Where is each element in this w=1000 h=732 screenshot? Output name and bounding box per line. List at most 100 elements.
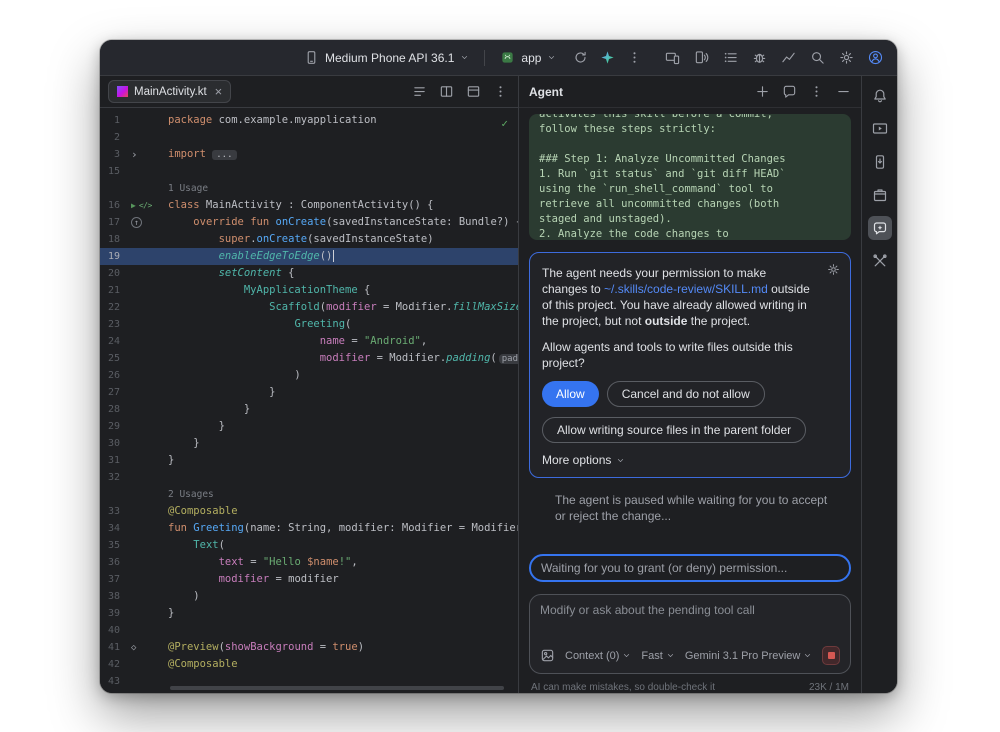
tool-window-build-tools[interactable] bbox=[868, 249, 892, 273]
usages-hint[interactable]: 1 Usage bbox=[168, 183, 208, 194]
tool-window-agent-chat[interactable] bbox=[868, 216, 892, 240]
more-icon[interactable] bbox=[809, 84, 824, 99]
task-list-icon[interactable] bbox=[723, 50, 738, 65]
mirror-device-icon[interactable] bbox=[665, 50, 680, 65]
columns-icon[interactable] bbox=[439, 84, 454, 99]
agent-conversation: activates this skill before a commit, fo… bbox=[519, 108, 861, 693]
agent-panel: Agent activates this skill before a comm… bbox=[519, 76, 861, 693]
more-icon[interactable] bbox=[493, 84, 508, 99]
chat-history-icon[interactable] bbox=[782, 84, 797, 99]
more-options-button[interactable]: More options bbox=[542, 453, 838, 467]
code-line[interactable]: 42@Composable bbox=[100, 656, 518, 673]
code-line[interactable]: 2 bbox=[100, 129, 518, 146]
code-line[interactable]: 19 enableEdgeToEdge() bbox=[100, 248, 518, 265]
more-icon[interactable] bbox=[627, 50, 642, 65]
inspection-check-icon[interactable]: ✓ bbox=[501, 115, 508, 132]
horizontal-scrollbar[interactable] bbox=[170, 686, 504, 690]
tool-window-notifications[interactable] bbox=[868, 84, 892, 108]
code-line[interactable]: 34fun Greeting(name: String, modifier: M… bbox=[100, 520, 518, 537]
code-line[interactable]: 28 } bbox=[100, 401, 518, 418]
code-line[interactable]: 30 } bbox=[100, 435, 518, 452]
code-line[interactable]: 15 bbox=[100, 163, 518, 180]
dialog-settings-icon[interactable] bbox=[827, 263, 840, 276]
code-line[interactable]: 41◇@Preview(showBackground = true) bbox=[100, 639, 518, 656]
permission-dialog: The agent needs your permission to make … bbox=[529, 252, 851, 478]
settings-icon[interactable] bbox=[839, 50, 854, 65]
code-line[interactable]: 35 Text( bbox=[100, 537, 518, 554]
fold-gutter-icon[interactable]: › bbox=[131, 146, 138, 164]
tool-window-device-manager[interactable] bbox=[868, 150, 892, 174]
allow-button[interactable]: Allow bbox=[542, 381, 599, 407]
code-line[interactable]: 33@Composable bbox=[100, 503, 518, 520]
gemini-spark-icon[interactable] bbox=[600, 50, 615, 65]
device-selector-label: Medium Phone API 36.1 bbox=[325, 51, 454, 65]
speed-selector[interactable]: Fast bbox=[641, 650, 674, 662]
preview-gutter-icon[interactable]: ◇ bbox=[131, 639, 136, 657]
attach-image-icon[interactable] bbox=[540, 648, 555, 663]
agent-code-block[interactable]: activates this skill before a commit, fo… bbox=[529, 114, 851, 240]
code-line[interactable]: 37 modifier = modifier bbox=[100, 571, 518, 588]
structure-icon[interactable] bbox=[412, 84, 427, 99]
code-line[interactable]: 1package com.example.myapplication bbox=[100, 112, 518, 129]
device-selector[interactable]: Medium Phone API 36.1 bbox=[297, 47, 476, 68]
code-line[interactable]: 39} bbox=[100, 605, 518, 622]
prompt-input-box[interactable]: Modify or ask about the pending tool cal… bbox=[529, 594, 851, 674]
code-line[interactable]: 18 super.onCreate(savedInstanceState) bbox=[100, 231, 518, 248]
code-line[interactable]: 16▶</>class MainActivity : ComponentActi… bbox=[100, 197, 518, 214]
run-config-selector[interactable]: app bbox=[493, 47, 563, 68]
usages-hint-row[interactable]: 2 Usages bbox=[100, 486, 518, 503]
code-line[interactable]: 31} bbox=[100, 452, 518, 469]
code-line[interactable]: 38 ) bbox=[100, 588, 518, 605]
code-line[interactable]: 27 } bbox=[100, 384, 518, 401]
cancel-button[interactable]: Cancel and do not allow bbox=[607, 381, 765, 407]
run-config-label: app bbox=[521, 51, 541, 65]
preview-layout-icon[interactable] bbox=[466, 84, 481, 99]
profiler-icon[interactable] bbox=[781, 50, 796, 65]
code-line[interactable]: 22 Scaffold(modifier = Modifier.fillMaxS… bbox=[100, 299, 518, 316]
debug-bug-icon[interactable] bbox=[752, 50, 767, 65]
hide-icon[interactable] bbox=[836, 84, 851, 99]
code-line[interactable]: 17↑ override fun onCreate(savedInstanceS… bbox=[100, 214, 518, 231]
tab-mainactivity[interactable]: MainActivity.kt × bbox=[108, 80, 231, 103]
allow-parent-folder-button[interactable]: Allow writing source files in the parent… bbox=[542, 417, 806, 443]
code-line[interactable]: 21 MyApplicationTheme { bbox=[100, 282, 518, 299]
permission-wait-field[interactable]: Waiting for you to grant (or deny) permi… bbox=[529, 554, 851, 582]
code-line[interactable]: 32 bbox=[100, 469, 518, 486]
token-count: 23K / 1M bbox=[809, 682, 849, 693]
tool-window-running-devices[interactable] bbox=[868, 117, 892, 141]
model-selector[interactable]: Gemini 3.1 Pro Preview bbox=[685, 650, 813, 662]
pair-device-icon[interactable] bbox=[694, 50, 709, 65]
skill-file-link[interactable]: ~/.skills/code-review/SKILL.md bbox=[604, 282, 768, 296]
codetag-gutter-icon[interactable]: </> bbox=[139, 197, 152, 214]
context-selector[interactable]: Context (0) bbox=[565, 650, 631, 662]
agent-footer: AI can make mistakes, so double-check it… bbox=[529, 682, 851, 693]
stop-button[interactable] bbox=[822, 646, 840, 665]
editor-toolbar-icons bbox=[412, 84, 508, 99]
agent-panel-header: Agent bbox=[519, 76, 861, 108]
code-line[interactable]: 23 Greeting( bbox=[100, 316, 518, 333]
code-line[interactable]: 36 text = "Hello $name!", bbox=[100, 554, 518, 571]
search-icon[interactable] bbox=[810, 50, 825, 65]
code-line[interactable]: 29 } bbox=[100, 418, 518, 435]
override-gutter-icon[interactable]: ↑ bbox=[131, 214, 142, 231]
plus-icon[interactable] bbox=[755, 84, 770, 99]
code-line[interactable]: 40 bbox=[100, 622, 518, 639]
profile-icon[interactable] bbox=[868, 50, 883, 65]
chevron-down-icon bbox=[803, 651, 812, 660]
usages-hint[interactable]: 2 Usages bbox=[168, 489, 214, 500]
usages-hint-row[interactable]: 1 Usage bbox=[100, 180, 518, 197]
run-gutter-icon[interactable]: ▶ bbox=[131, 197, 136, 214]
wait-field-text: Waiting for you to grant (or deny) permi… bbox=[541, 561, 787, 575]
code-editor[interactable]: 1package com.example.myapplication23›imp… bbox=[100, 108, 518, 693]
toolbar-right-actions bbox=[665, 50, 883, 65]
code-line[interactable]: 24 name = "Android", bbox=[100, 333, 518, 350]
code-area: 1package com.example.myapplication23›imp… bbox=[100, 112, 518, 690]
sync-icon[interactable] bbox=[573, 50, 588, 65]
code-line[interactable]: 26 ) bbox=[100, 367, 518, 384]
code-line[interactable]: 25 modifier = Modifier.padding(paddingVa… bbox=[100, 350, 518, 367]
close-tab-icon[interactable]: × bbox=[215, 85, 223, 98]
tool-window-resource-manager[interactable] bbox=[868, 183, 892, 207]
code-line[interactable]: 3›import ... bbox=[100, 146, 518, 163]
app-module-icon bbox=[500, 50, 515, 65]
code-line[interactable]: 20 setContent { bbox=[100, 265, 518, 282]
